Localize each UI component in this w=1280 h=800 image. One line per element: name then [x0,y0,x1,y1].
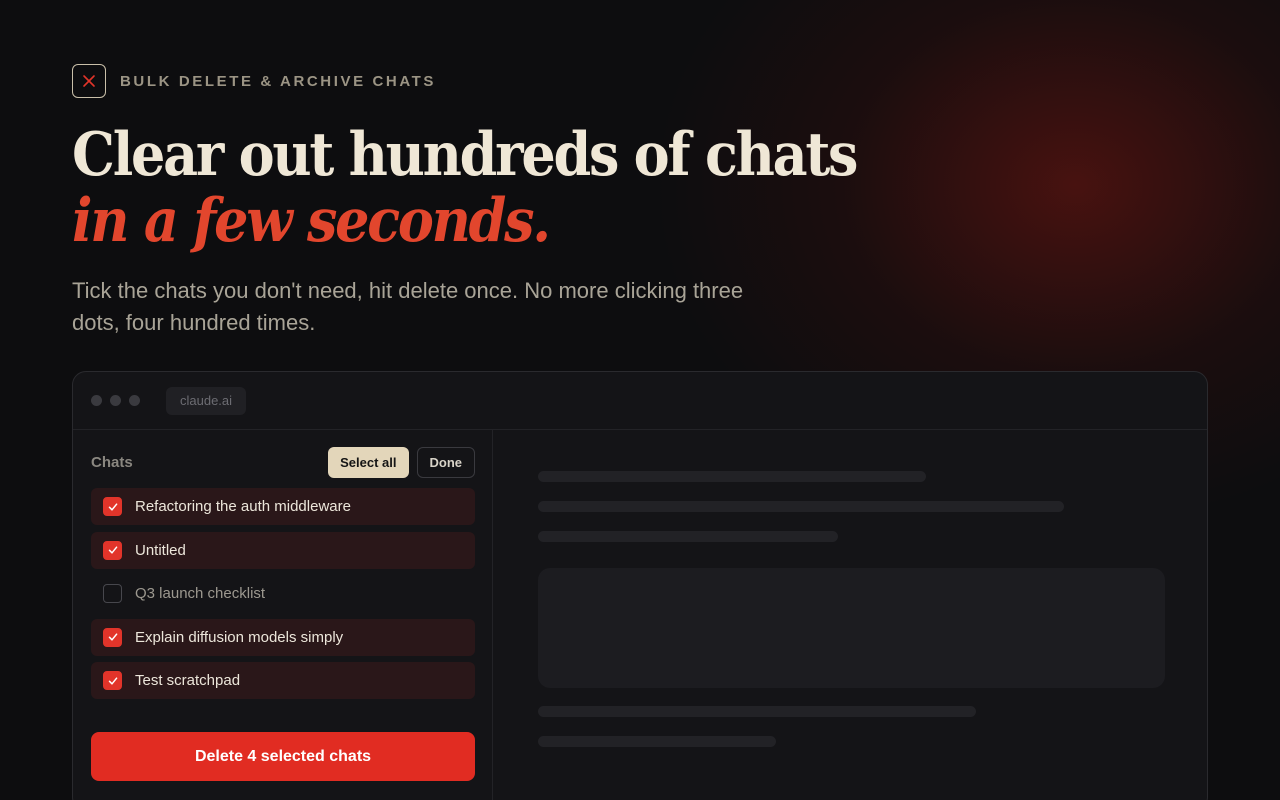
chat-checkbox[interactable] [103,627,122,647]
window-dot-maximize[interactable] [129,395,140,406]
headline-line2: in a few seconds. [72,186,551,256]
done-button[interactable]: Done [416,446,475,478]
chat-checkbox[interactable] [103,584,122,603]
chat-sidebar: Chats Select all Done Refactoring the au… [73,430,493,800]
eyebrow-label: BULK DELETE & ARCHIVE CHATS [120,72,437,90]
chat-label: Refactoring the auth middleware [135,498,351,515]
chat-checkbox[interactable] [103,497,122,516]
skeleton-line [538,531,838,542]
page: BULK DELETE & ARCHIVE CHATS Clear out hu… [0,0,1280,800]
subtitle: Tick the chats you don't need, hit delet… [72,278,744,335]
check-icon [108,546,117,554]
chat-item[interactable]: Explain diffusion models simply [91,618,475,656]
window-dot-close[interactable] [91,395,102,406]
check-icon [108,676,117,685]
chat-label: Q3 launch checklist [135,585,266,602]
app-window: claude.ai Chats Select all Done Refactor… [72,371,1208,800]
chat-label: Untitled [135,541,186,559]
window-dot-minimize[interactable] [110,395,121,406]
skeleton-line [538,706,976,717]
sidebar-title: Chats [91,453,133,471]
chat-label: Explain diffusion models simply [135,628,344,646]
chat-checkbox[interactable] [103,671,122,690]
chat-item[interactable]: Test scratchpad [91,662,475,699]
sidebar-header: Chats Select all Done [91,446,475,478]
url-bar[interactable]: claude.ai [166,386,247,415]
check-icon [108,633,117,641]
eyebrow: BULK DELETE & ARCHIVE CHATS [72,64,436,98]
check-icon [108,502,117,511]
select-all-button[interactable]: Select all [328,446,409,478]
headline: Clear out hundreds of chats in a few sec… [72,120,858,256]
skeleton-block [538,568,1165,688]
window-titlebar: claude.ai [73,372,1207,430]
headline-line1: Clear out hundreds of chats [72,120,858,190]
skeleton-line [538,501,1064,512]
skeleton-line [538,471,926,482]
skeleton-line [538,736,776,747]
chat-item[interactable]: Untitled [91,531,475,569]
chat-item[interactable]: Q3 launch checklist [91,575,475,612]
close-icon [72,64,106,98]
chat-content-placeholder [494,430,1207,800]
chat-label: Test scratchpad [135,672,241,689]
delete-selected-button[interactable]: Delete 4 selected chats [91,732,475,781]
chat-checkbox[interactable] [103,540,122,560]
chat-item[interactable]: Refactoring the auth middleware [91,488,475,525]
sidebar-actions: Select all Done [328,446,475,478]
chat-list: Refactoring the auth middleware Untitled [91,488,475,706]
